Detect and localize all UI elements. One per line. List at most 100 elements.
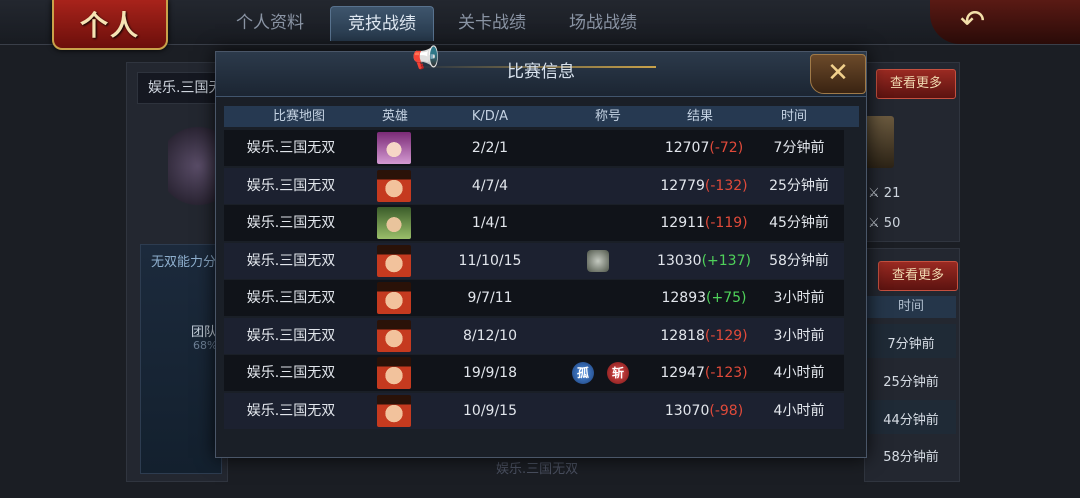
tab-battlefield-record[interactable]: 场战战绩 [550,6,656,40]
result-cell: 12779(-132) [644,168,764,204]
time-cell: 7分钟前 [773,140,825,156]
hero-portrait [377,319,411,352]
title-badge-icon [587,249,609,272]
time-cell: 25分钟前 [769,177,829,194]
map-cell: 娱乐.三国无双 [246,140,336,156]
kda-cell: 19/9/18 [463,365,517,381]
map-cell: 娱乐.三国无双 [246,327,336,344]
score-value: 12947 [660,365,705,381]
result-cell: 12893(+75) [644,280,764,316]
time-cell: 25分钟前 [883,375,939,390]
tab-arena-record[interactable]: 竞技战绩 [330,6,434,41]
match-info-dialog: 📢 比赛信息 ✕ 比赛地图 英雄 K/D/A 称号 结果 时间 娱乐.三国无双 2… [215,46,867,458]
score-value: 12818 [660,327,705,344]
score-delta: (-132) [704,177,748,194]
back-arrow-icon: ↶ [960,4,986,39]
table-row[interactable]: 娱乐.三国无双 9/7/11 12893(+75) 3小时前 [224,280,844,316]
back-button[interactable]: ↶ [930,0,1080,44]
dialog-header: 📢 比赛信息 ✕ [216,46,866,97]
map-cell: 娱乐.三国无双 [246,252,336,269]
skill-label: 团队 [191,325,218,340]
col-title: 称号 [594,109,621,124]
score-value: 13070 [664,402,710,419]
tab-profile[interactable]: 个人资料 [218,6,322,40]
hero-portrait [377,282,411,314]
time-cell: 7分钟前 [887,337,935,352]
col-hero: 英雄 [381,109,408,124]
skill-panel: 无双能力分 团队 68% [140,244,222,474]
map-cell: 娱乐.三国无双 [246,365,336,381]
peek-map-text: 娱乐.三国无双 [496,462,579,477]
hero-portrait [377,169,411,202]
col-time: 时间 [780,109,807,124]
table-row[interactable]: 娱乐.三国无双 11/10/15 13030(+137) 58分钟前 [224,242,844,279]
result-cell: 12818(-129) [644,318,764,354]
score-value: 12911 [660,215,705,231]
score-delta: (+137) [701,252,751,269]
time-cell: 3小时前 [773,327,825,344]
table-row[interactable]: 娱乐.三国无双 10/9/15 13070(-98) 4小时前 [224,392,844,429]
badge-label: 个人 [79,9,140,42]
score-delta: (-72) [709,140,744,156]
score-value: 12779 [660,177,705,194]
profile-badge: 个人 [52,0,168,50]
hero-portrait [377,394,411,427]
map-cell: 娱乐.三国无双 [246,215,336,231]
result-cell: 13030(+137) [644,243,764,279]
time-cell: 4小时前 [773,402,825,419]
result-cell: 12707(-72) [644,130,764,166]
score-delta: (-129) [704,327,748,344]
hero-portrait [377,357,411,389]
time-column-header: 时间 [866,296,956,318]
table-row[interactable]: 娱乐.三国无双 4/7/4 12779(-132) 25分钟前 [224,167,844,204]
view-more-button-1[interactable]: 查看更多 [876,69,956,99]
table-row[interactable]: 娱乐.三国无双 1/4/1 12911(-119) 45分钟前 [224,205,844,241]
kda-cell: 9/7/11 [467,290,513,306]
hero-portrait [377,207,411,239]
col-result: 结果 [686,109,713,124]
time-cell: 58分钟前 [769,252,829,269]
score-value: 12707 [664,140,710,156]
tab-stage-record[interactable]: 关卡战绩 [440,6,544,40]
view-more-button-2[interactable]: 查看更多 [878,261,958,291]
map-cell: 娱乐.三国无双 [246,290,336,306]
time-cell: 3小时前 [773,290,825,306]
time-cell: 45分钟前 [769,215,829,231]
result-cell: 12947(-123) [644,355,764,391]
score-value: 12893 [661,290,707,306]
hero-portrait [377,244,411,277]
map-cell: 娱乐.三国无双 [246,177,336,194]
stat-value-1: ⚔ 21 [868,186,901,201]
title-gu-icon: 孤 [572,362,594,384]
close-x-icon: ✕ [827,58,849,88]
score-delta: (+75) [706,290,747,306]
top-bar: 个人 个人资料 竞技战绩 关卡战绩 场战战绩 ↶ [0,0,1080,50]
score-delta: (-119) [704,215,748,231]
table-row[interactable]: 娱乐.三国无双 2/2/1 12707(-72) 7分钟前 [224,130,844,166]
col-kda: K/D/A [471,109,509,124]
skill-percent: 68% [193,339,218,352]
time-cell: 4小时前 [773,365,825,381]
time-cell: 58分钟前 [883,450,939,465]
kda-cell: 11/10/15 [458,252,522,269]
skill-title: 无双能力分 [151,255,217,270]
table-row[interactable]: 娱乐.三国无双 8/12/10 12818(-129) 3小时前 [224,317,844,354]
close-button[interactable]: ✕ [810,54,866,94]
score-delta: (-98) [709,402,744,419]
table-header: 比赛地图 英雄 K/D/A 称号 结果 时间 [224,106,859,127]
score-value: 13030 [657,252,702,269]
dialog-title: 比赛信息 [507,62,575,82]
map-cell: 娱乐.三国无双 [246,402,336,419]
stat-value-2: ⚔ 50 [868,216,901,231]
kda-cell: 8/12/10 [463,327,517,344]
table-row[interactable]: 娱乐.三国无双 19/9/18 孤斩 12947(-123) 4小时前 [224,355,844,391]
result-cell: 13070(-98) [644,393,764,429]
title-zhan-icon: 斩 [607,362,629,384]
kda-cell: 1/4/1 [471,215,509,231]
kda-cell: 10/9/15 [463,402,517,419]
kda-cell: 4/7/4 [471,177,509,194]
result-cell: 12911(-119) [644,205,764,241]
kda-cell: 2/2/1 [471,140,509,156]
hero-portrait [377,132,411,164]
time-cell: 44分钟前 [883,413,939,428]
